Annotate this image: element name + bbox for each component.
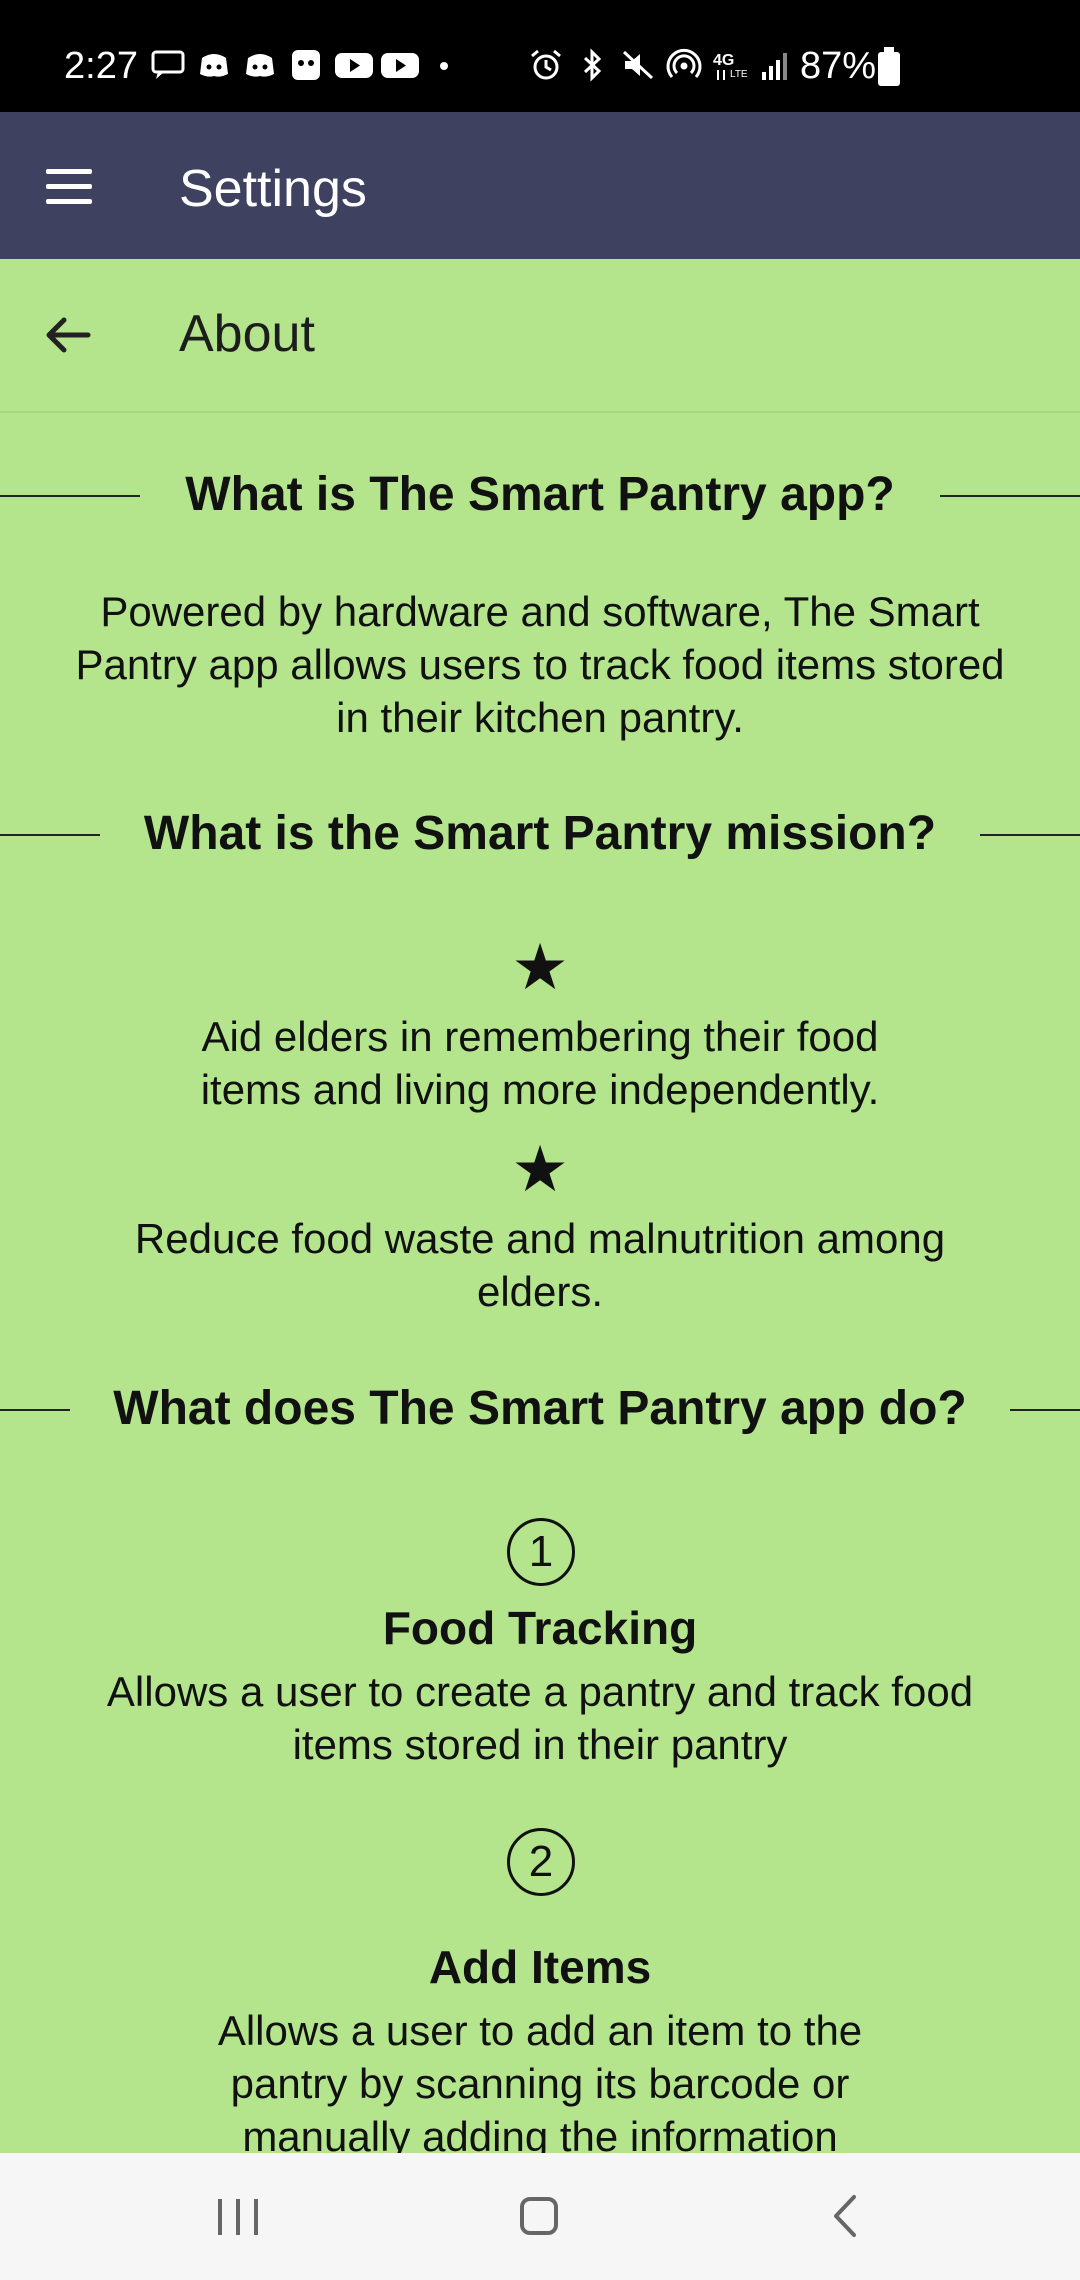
- about-content[interactable]: What is The Smart Pantry app? Powered by…: [0, 411, 1080, 2153]
- bluetooth-icon: [574, 48, 610, 82]
- alarm-icon: [528, 48, 564, 82]
- hotspot-icon: [666, 48, 702, 82]
- status-time: 2:27: [64, 45, 138, 87]
- youtube-icon: [334, 48, 373, 82]
- chat-icon: [150, 48, 186, 82]
- youtube-icon: [380, 48, 419, 82]
- home-icon[interactable]: [520, 2197, 558, 2235]
- recents-icon[interactable]: [218, 2199, 258, 2235]
- discord-icon: [242, 48, 278, 82]
- section-heading-features: What does The Smart Pantry app do?: [0, 1379, 1080, 1439]
- status-bar: 2:27 4G LTE 87%: [0, 0, 1080, 112]
- system-nav-bar: [0, 2153, 1080, 2280]
- feature-title: Food Tracking: [382, 1602, 698, 1654]
- battery-percentage: 87%: [800, 45, 877, 87]
- app-bar: Settings: [0, 112, 1080, 259]
- menu-icon[interactable]: [42, 169, 96, 209]
- page-title: About: [179, 305, 315, 363]
- 4g-lte-icon: 4G LTE: [712, 48, 748, 82]
- svg-text:LTE: LTE: [730, 69, 748, 80]
- dot-icon: [426, 48, 462, 82]
- back-icon[interactable]: [826, 2193, 866, 2239]
- mission-item: Reduce food waste and malnutrition among…: [134, 1215, 946, 1315]
- heading-text: What is The Smart Pantry app?: [185, 468, 895, 521]
- feature-title: Add Items: [428, 1941, 652, 1993]
- mute-icon: [620, 48, 656, 82]
- star-icon: ★: [511, 1133, 569, 1205]
- section-heading-what-is: What is The Smart Pantry app?: [0, 465, 1080, 525]
- system-icons: 4G LTE: [528, 48, 794, 82]
- notification-icons: [150, 48, 462, 82]
- divider-line: [980, 834, 1080, 836]
- battery-icon: [878, 47, 900, 86]
- discord-icon: [196, 48, 232, 82]
- feature-description: Allows a user to add an item to the pant…: [217, 2007, 863, 2153]
- signal-icon: [758, 48, 794, 82]
- section-heading-mission: What is the Smart Pantry mission?: [0, 804, 1080, 864]
- divider-line: [1010, 1409, 1080, 1411]
- number-one-icon: 1: [507, 1518, 575, 1586]
- heading-text: What does The Smart Pantry app do?: [113, 1382, 967, 1435]
- feature-description: Allows a user to create a pantry and tra…: [106, 1668, 974, 1768]
- app-icon: [288, 48, 324, 82]
- divider-line: [940, 495, 1080, 497]
- star-icon: ★: [511, 931, 569, 1003]
- back-arrow-icon[interactable]: [38, 305, 98, 365]
- heading-text: What is the Smart Pantry mission?: [143, 807, 937, 860]
- mission-item: Aid elders in remembering their food ite…: [200, 1013, 880, 1113]
- number-two-icon: 2: [507, 1828, 575, 1896]
- app-title: Settings: [179, 160, 367, 218]
- about-header: About: [0, 259, 1080, 413]
- what-is-description: Powered by hardware and software, The Sm…: [75, 588, 1005, 741]
- svg-text:4G: 4G: [713, 52, 734, 69]
